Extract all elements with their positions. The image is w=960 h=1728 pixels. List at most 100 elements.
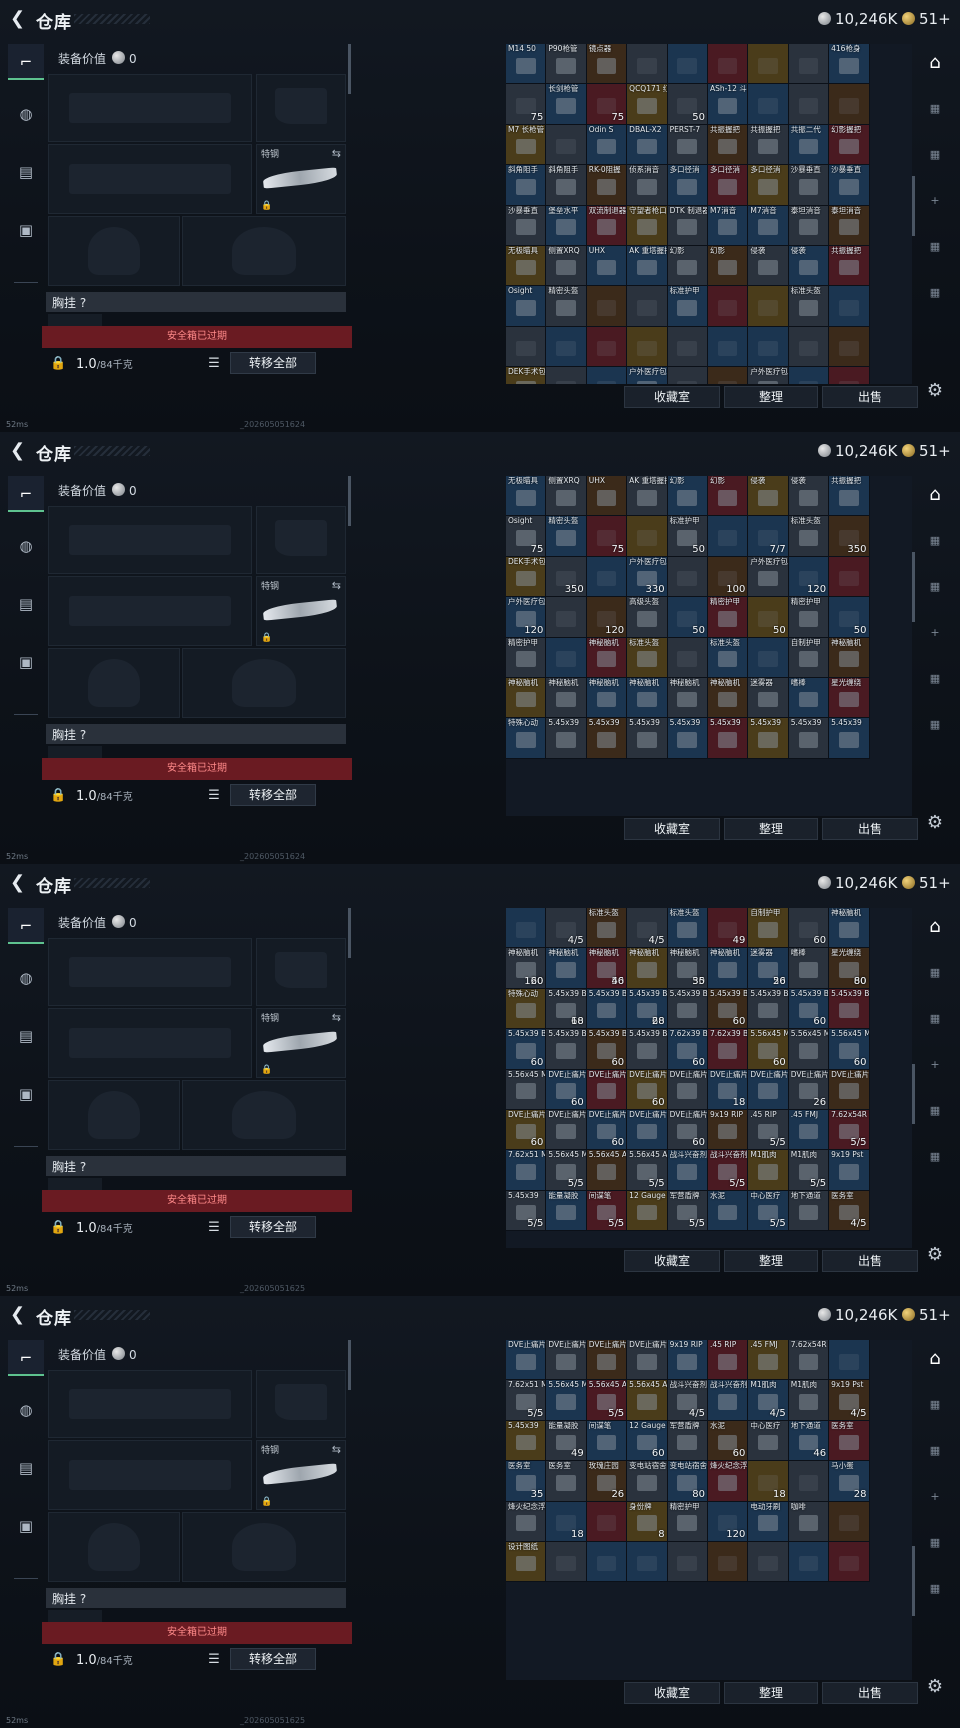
transfer-all-button[interactable]: 转移全部 bbox=[230, 1648, 316, 1670]
stash-item[interactable]: 12 Gauge bbox=[627, 1190, 668, 1232]
stash-item[interactable]: DVE止痛片 bbox=[586, 1340, 628, 1381]
transfer-all-button[interactable]: 转移全部 bbox=[230, 784, 316, 806]
stash-item[interactable]: 堡垒水平 bbox=[546, 205, 587, 246]
helmet-slot[interactable] bbox=[48, 1080, 180, 1150]
sell-button[interactable]: 出售 bbox=[822, 386, 918, 408]
transfer-all-button[interactable]: 转移全部 bbox=[230, 352, 316, 374]
stash-item[interactable] bbox=[667, 367, 708, 384]
briefcase-icon[interactable]: ▣ bbox=[8, 1508, 44, 1544]
sidearm-slot[interactable] bbox=[256, 74, 346, 142]
list-icon[interactable]: ☰ bbox=[204, 786, 224, 806]
stash-item[interactable]: 5.45x39 bbox=[667, 718, 708, 759]
stash-item[interactable]: DVE止痛片 bbox=[829, 1069, 870, 1110]
stash-item[interactable]: 特殊心动 bbox=[506, 718, 547, 759]
stash-item[interactable]: 7.62x51 M80 5/5 bbox=[506, 1380, 547, 1421]
stash-item[interactable]: ASh-12 斗兵长枪管 bbox=[707, 84, 749, 125]
stash-item[interactable]: .45 RIP 5/5 bbox=[748, 1109, 789, 1151]
stash-item[interactable]: 斜角阻手 bbox=[506, 165, 547, 206]
stash-item[interactable]: 标准头盔 bbox=[586, 908, 628, 949]
armor-slot[interactable] bbox=[182, 216, 346, 286]
stash-item[interactable]: 7.62x39 BP 60 bbox=[667, 1029, 708, 1070]
stash-item[interactable]: 多口径消 bbox=[707, 165, 749, 206]
stash-item[interactable]: 5.56x45 M855A1 bbox=[506, 1069, 547, 1110]
stash-item[interactable] bbox=[748, 637, 789, 678]
tab-6-icon[interactable]: ▦ bbox=[922, 1144, 948, 1170]
stash-item[interactable] bbox=[829, 1340, 870, 1381]
stash-item[interactable]: 烽火纪念浮杯 bbox=[707, 1461, 749, 1502]
stash-item[interactable] bbox=[667, 637, 708, 678]
stash-item[interactable]: 医务室 35 bbox=[506, 1461, 547, 1502]
briefcase-icon[interactable]: ▣ bbox=[8, 1076, 44, 1112]
stash-item[interactable]: 军营盾牌 5/5 bbox=[667, 1190, 708, 1232]
chest-rig-slot[interactable] bbox=[48, 314, 102, 326]
stash-item[interactable] bbox=[546, 326, 587, 368]
stash-item[interactable]: 烽火纪念浮杯 bbox=[506, 1501, 547, 1542]
stash-item[interactable]: 幻影握把 bbox=[829, 124, 870, 166]
stash-item[interactable]: 神秘脑机 50 35 bbox=[667, 948, 708, 989]
helmet-slot[interactable] bbox=[48, 216, 180, 286]
stash-item[interactable]: 无极瞄具 bbox=[506, 245, 547, 287]
gold-currency[interactable]: 51+ bbox=[902, 874, 951, 892]
primary-weapon-slot[interactable] bbox=[48, 1370, 252, 1438]
list-icon[interactable]: ☰ bbox=[204, 1650, 224, 1670]
favorites-button[interactable]: 收藏室 bbox=[624, 1682, 720, 1704]
stash-item[interactable]: 12 Gauge 60 bbox=[627, 1420, 668, 1462]
stash-item[interactable]: 350 bbox=[546, 556, 587, 598]
back-icon[interactable]: ❮ bbox=[10, 1305, 26, 1325]
stash-item[interactable] bbox=[586, 1541, 628, 1583]
helmet-icon[interactable]: ◍ bbox=[8, 960, 44, 996]
stash-item[interactable]: 特殊心动 bbox=[506, 988, 547, 1030]
stash-item[interactable] bbox=[788, 367, 830, 384]
stash-item[interactable]: PERST-7 bbox=[667, 124, 708, 166]
stash-item[interactable]: 间谍笔 bbox=[586, 1420, 628, 1462]
stash-item[interactable]: 75 bbox=[586, 84, 628, 125]
clipboard-icon[interactable]: ▤ bbox=[8, 586, 44, 622]
stash-item[interactable] bbox=[707, 516, 749, 557]
stash-item[interactable]: 416枪身 bbox=[829, 44, 870, 85]
stash-item[interactable]: 4/5 bbox=[546, 908, 587, 949]
stash-item[interactable] bbox=[707, 286, 749, 327]
helmet-slot[interactable] bbox=[48, 1512, 180, 1582]
stash-item[interactable] bbox=[667, 556, 708, 598]
stash-item[interactable]: 神秘脑机 50 46 bbox=[586, 948, 628, 989]
stash-item[interactable]: 共振握把 bbox=[748, 124, 789, 166]
settings-gear-icon[interactable]: ⚙ bbox=[924, 1676, 946, 1698]
tab-3-icon[interactable]: ▦ bbox=[922, 1006, 948, 1032]
stash-item[interactable]: DVE止痛片 18 bbox=[707, 1069, 749, 1110]
melee-slot[interactable]: 特钢 ⇆ 🔒 bbox=[256, 144, 346, 214]
stash-item[interactable]: DVE止痛片 bbox=[586, 1069, 628, 1110]
stash-item[interactable]: 嗜棒 bbox=[788, 948, 830, 989]
stash-item[interactable] bbox=[748, 326, 789, 368]
stash-item[interactable]: 泰坦消音 bbox=[829, 205, 870, 246]
stash-item[interactable]: 9x19 Pst bbox=[829, 1150, 870, 1191]
stash-item[interactable]: 幻影 bbox=[707, 476, 749, 517]
settings-gear-icon[interactable]: ⚙ bbox=[924, 812, 946, 834]
stash-item[interactable]: 标准头盔 bbox=[788, 516, 830, 557]
stash-item[interactable]: 5.45x39 bbox=[546, 718, 587, 759]
stash-item[interactable]: 5.56x45 AP bbox=[586, 1150, 628, 1191]
chest-rig-bar[interactable]: 胸挂 ? bbox=[46, 292, 346, 312]
loadout-scrollbar[interactable] bbox=[348, 1340, 351, 1390]
stash-item[interactable]: 水泥 bbox=[707, 1190, 749, 1232]
stash-item[interactable] bbox=[829, 286, 870, 327]
stash-item[interactable]: 5.45x39 BT 60 bbox=[586, 1029, 628, 1070]
stash-item[interactable]: 地下通道 46 bbox=[788, 1420, 830, 1462]
stash-item[interactable]: 神秘脑机 bbox=[627, 677, 668, 719]
stash-item[interactable]: 共振二代 bbox=[788, 124, 830, 166]
loadout-scrollbar[interactable] bbox=[348, 476, 351, 526]
clipboard-icon[interactable]: ▤ bbox=[8, 1018, 44, 1054]
stash-item[interactable] bbox=[546, 637, 587, 678]
stash-item[interactable]: DVE止痛片 bbox=[748, 1069, 789, 1110]
stash-item[interactable]: 5.45x39 5/5 bbox=[506, 1190, 547, 1232]
stash-item[interactable]: 守望者枪口 bbox=[627, 205, 668, 246]
list-icon[interactable]: ☰ bbox=[204, 1218, 224, 1238]
stash-item[interactable]: 镜点器 bbox=[586, 44, 628, 85]
stash-item[interactable] bbox=[829, 556, 870, 598]
stash-item[interactable]: 神秘脑机 bbox=[707, 677, 749, 719]
warehouse-icon[interactable]: ⌂ bbox=[922, 1346, 948, 1372]
stash-item[interactable]: 9x19 RIP bbox=[707, 1109, 749, 1151]
stash-item[interactable]: 75 bbox=[506, 84, 547, 125]
stash-item[interactable]: 9x19 RIP bbox=[667, 1340, 708, 1381]
stash-item[interactable]: 60 bbox=[788, 908, 830, 949]
gun-icon[interactable]: ⌐ bbox=[8, 476, 44, 512]
